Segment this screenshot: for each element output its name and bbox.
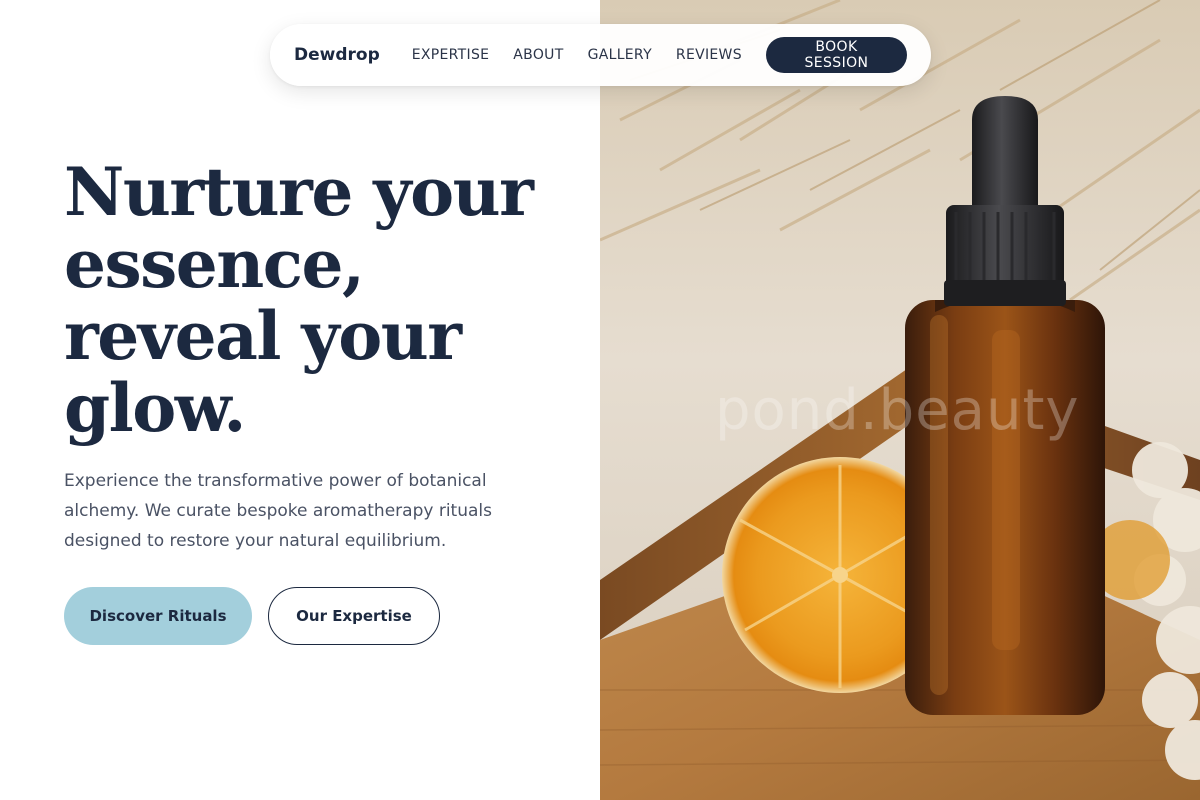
product-photo-illustration	[600, 0, 1200, 800]
hero-title: Nurture your essence, reveal your glow.	[64, 153, 534, 447]
our-expertise-button[interactable]: Our Expertise	[268, 587, 440, 645]
top-navigation: Dewdrop EXPERTISE ABOUT GALLERY REVIEWS …	[270, 24, 931, 86]
hero-description: Experience the transformative power of b…	[64, 471, 492, 551]
nav-link-reviews[interactable]: REVIEWS	[676, 47, 742, 63]
nav-link-about[interactable]: ABOUT	[513, 47, 563, 63]
brand-logo[interactable]: Dewdrop	[294, 45, 380, 65]
nav-link-gallery[interactable]: GALLERY	[588, 47, 652, 63]
discover-rituals-button[interactable]: Discover Rituals	[64, 587, 252, 645]
nav-link-expertise[interactable]: EXPERTISE	[412, 47, 490, 63]
book-session-button[interactable]: BOOK SESSION	[765, 37, 907, 73]
hero-photo	[600, 0, 1200, 800]
